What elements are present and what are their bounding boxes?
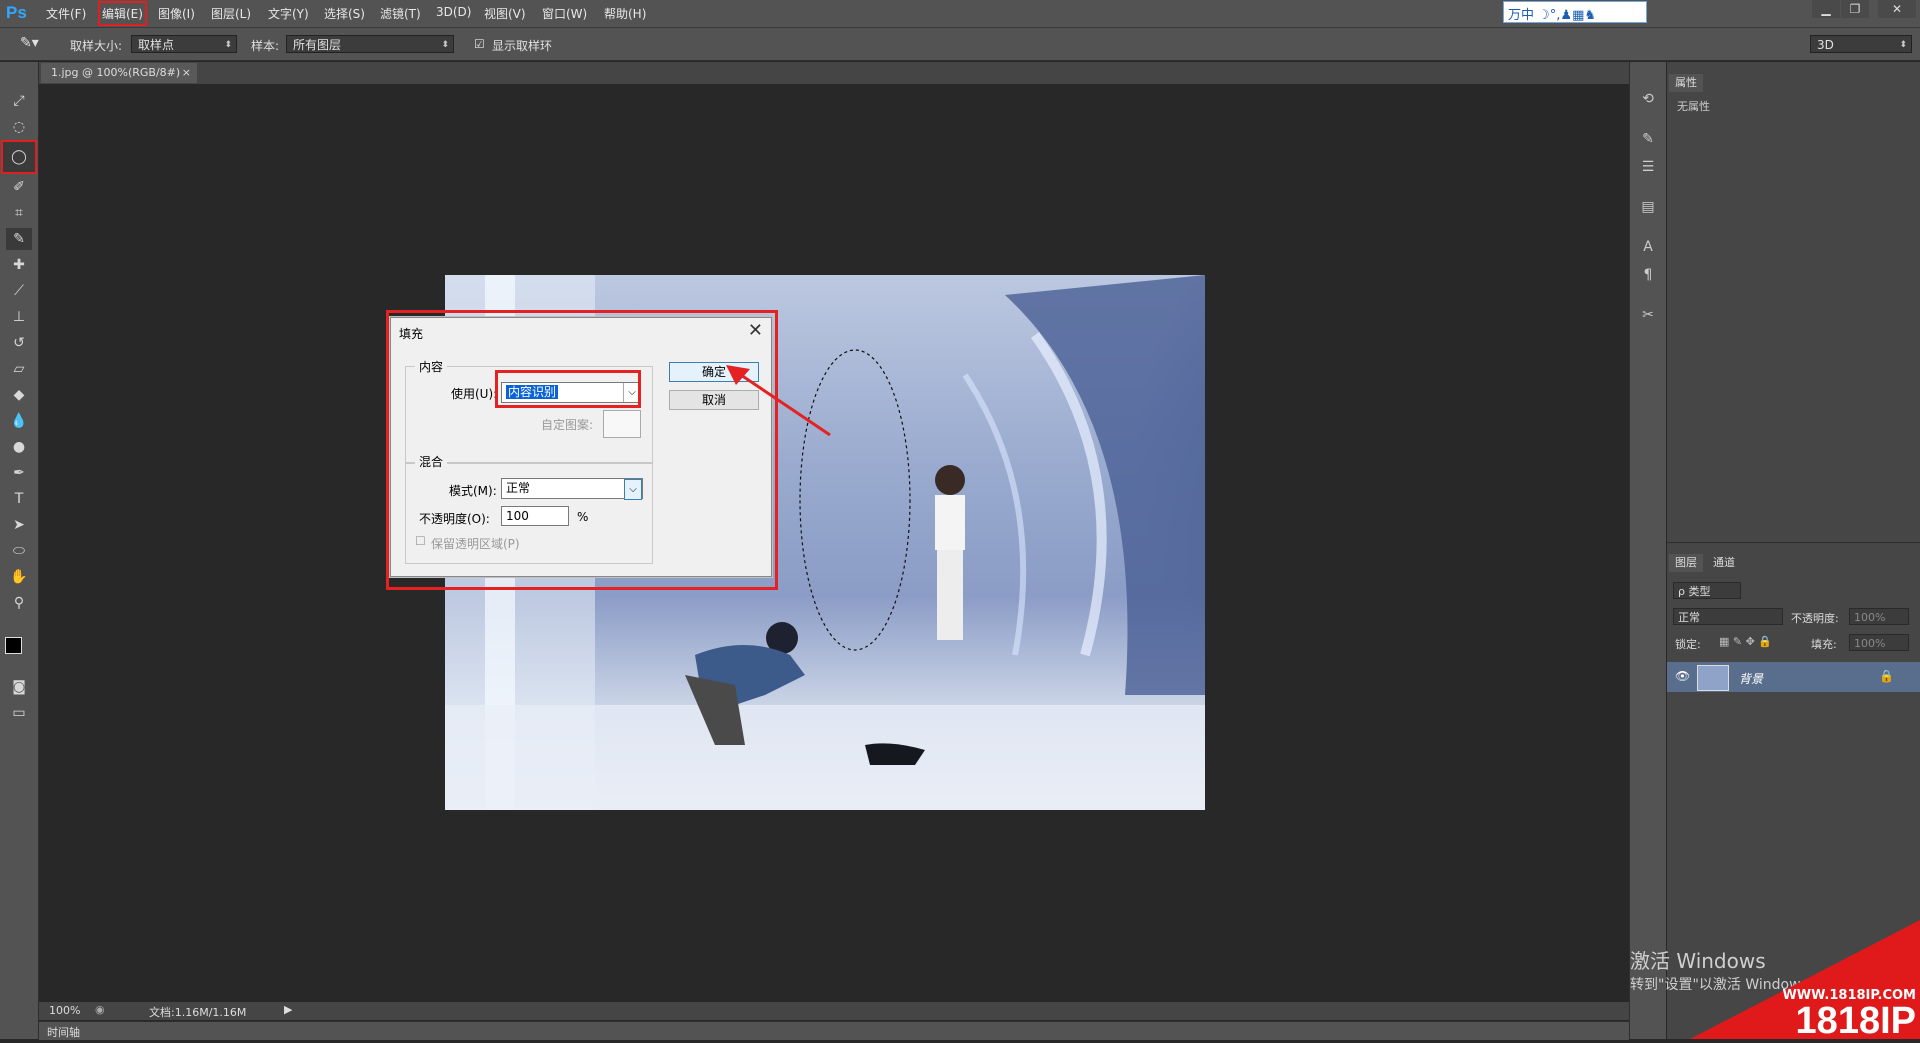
blur-tool-icon[interactable]: 💧: [6, 410, 32, 432]
layer-name[interactable]: 背景: [1739, 670, 1763, 687]
ime-status: 万中 ☽°,♟▦♞: [1508, 8, 1597, 23]
dodge-tool-icon[interactable]: ●: [6, 436, 32, 458]
annotation-dialog-box: [386, 310, 778, 590]
menu-bar: Ps 文件(F) 编辑(E) 图像(I) 图层(L) 文字(Y) 选择(S) 滤…: [0, 0, 1920, 28]
menu-filter[interactable]: 滤镜(T): [380, 5, 421, 22]
brush-preset-icon[interactable]: ✎: [1639, 130, 1657, 148]
right-panels: 属性 无属性 图层 通道 ρ 类型 正常 不透明度: 100% 锁定: ▦ ✎ …: [1667, 62, 1920, 1039]
menu-view[interactable]: 视图(V): [484, 5, 526, 22]
crop-tool-icon[interactable]: ⌗: [6, 202, 32, 224]
menu-window[interactable]: 窗口(W): [542, 5, 587, 22]
screen-mode-icon[interactable]: ▭: [6, 702, 32, 724]
sample-size-label: 取样大小:: [70, 39, 123, 53]
layer-filter-select[interactable]: ρ 类型: [1673, 582, 1741, 599]
history-brush-icon[interactable]: ↺: [6, 332, 32, 354]
tools-panel: ⤢ ◌ ◯ ✐ ⌗ ✎ ✚ ⟋ ⊥ ↺ ▱ ◆ 💧 ● ✒ T ➤ ⬭ ✋ ⚲ …: [0, 62, 39, 1039]
fill-label: 填充:: [1811, 638, 1837, 651]
document-info: 文档:1.16M/1.16M: [149, 1006, 247, 1019]
panel-icon-strip: ⟲ ✎ ☰ ▤ A ¶ ✂: [1629, 62, 1666, 1039]
hand-tool-icon[interactable]: ✋: [6, 566, 32, 588]
photoshop-logo: Ps: [6, 3, 27, 22]
layer-thumbnail: [1697, 665, 1729, 691]
tab-properties[interactable]: 属性: [1669, 74, 1703, 92]
layer-lock-icon: 🔒: [1879, 669, 1894, 683]
adjustments-icon[interactable]: ☰: [1639, 158, 1657, 176]
sample-select[interactable]: 所有图层 ⬍: [286, 35, 454, 53]
minimize-button[interactable]: ▁: [1812, 0, 1840, 18]
menu-edit[interactable]: 编辑(E): [98, 1, 147, 26]
show-ring-label: 显示取样环: [492, 39, 553, 53]
menu-help[interactable]: 帮助(H): [604, 5, 646, 22]
status-bar: 100% ◉ 文档:1.16M/1.16M ▶: [39, 1002, 1629, 1020]
layer-opacity-label: 不透明度:: [1791, 612, 1839, 625]
tool-presets-icon[interactable]: ✂: [1639, 306, 1657, 324]
options-bar: ✎▾ 取样大小: 取样点 ⬍ 样本: 所有图层 ⬍ ☑ 显示取样环 3D ⬍: [0, 28, 1920, 61]
path-select-icon[interactable]: ➤: [6, 514, 32, 536]
lock-label: 锁定:: [1675, 638, 1701, 651]
history-icon[interactable]: ⟲: [1639, 90, 1657, 108]
brush-tool-icon[interactable]: ⟋: [6, 280, 32, 302]
properties-empty-text: 无属性: [1677, 100, 1710, 113]
clone-stamp-icon[interactable]: ⊥: [6, 306, 32, 328]
site-brand: 1818IP: [1795, 1000, 1916, 1042]
zoom-level[interactable]: 100%: [49, 1004, 80, 1017]
timeline-bar[interactable]: 时间轴: [39, 1021, 1629, 1040]
sample-value: 所有图层: [293, 38, 342, 52]
paragraph-icon[interactable]: ¶: [1639, 266, 1657, 284]
document-tab-bar: [39, 62, 1629, 84]
sample-size-value: 取样点: [138, 38, 175, 52]
panel-divider: [1667, 542, 1920, 543]
lock-icons[interactable]: ▦ ✎ ✥ 🔒: [1719, 635, 1772, 648]
pen-tool-icon[interactable]: ✒: [6, 462, 32, 484]
workspace-select[interactable]: 3D ⬍: [1810, 35, 1912, 53]
healing-brush-icon[interactable]: ✚: [6, 254, 32, 276]
workspace-value: 3D: [1817, 38, 1834, 52]
sample-size-select[interactable]: 取样点 ⬍: [131, 35, 237, 53]
menu-select[interactable]: 选择(S): [324, 5, 365, 22]
layer-fill-input[interactable]: 100%: [1849, 634, 1909, 651]
document-tab[interactable]: 1.jpg @ 100%(RGB/8#) ×: [41, 63, 197, 83]
foreground-color-swatch[interactable]: [5, 637, 22, 654]
sample-label: 样本:: [251, 39, 280, 53]
restore-button[interactable]: ❐: [1841, 0, 1869, 18]
menu-layer[interactable]: 图层(L): [211, 5, 251, 22]
annotation-arrow-icon: [726, 365, 831, 437]
lasso-tool-icon[interactable]: ◯: [1, 140, 37, 174]
eraser-tool-icon[interactable]: ▱: [6, 358, 32, 380]
menu-file[interactable]: 文件(F): [46, 5, 86, 22]
paint-bucket-icon[interactable]: ◆: [6, 384, 32, 406]
layer-blend-mode-select[interactable]: 正常: [1673, 608, 1783, 625]
tab-layers[interactable]: 图层: [1669, 554, 1703, 572]
ellipse-tool-icon[interactable]: ⬭: [6, 540, 32, 562]
menu-image[interactable]: 图像(I): [158, 5, 195, 22]
tab-close-icon[interactable]: ×: [182, 63, 191, 83]
status-menu-arrow-icon[interactable]: ▶: [284, 1003, 292, 1016]
zoom-tool-icon[interactable]: ⚲: [6, 592, 32, 614]
eyedropper-tool-icon[interactable]: ✎: [6, 228, 32, 250]
menu-3d[interactable]: 3D(D): [436, 5, 471, 19]
tab-channels[interactable]: 通道: [1707, 554, 1741, 572]
quick-mask-icon[interactable]: ◙: [6, 676, 32, 698]
timeline-label[interactable]: 时间轴: [47, 1024, 80, 1040]
layer-opacity-input[interactable]: 100%: [1849, 608, 1909, 625]
annotation-use-box: [495, 370, 641, 408]
move-tool-icon[interactable]: ⤢: [6, 90, 32, 112]
quick-select-icon[interactable]: ✐: [6, 176, 32, 198]
ime-toolbar[interactable]: 万中 ☽°,♟▦♞: [1503, 1, 1647, 23]
status-share-icon[interactable]: ◉: [95, 1003, 105, 1016]
type-tool-icon[interactable]: T: [6, 488, 32, 510]
layer-row[interactable]: 👁 背景 🔒: [1667, 662, 1920, 692]
menu-type[interactable]: 文字(Y): [268, 5, 309, 22]
document-title: 1.jpg @ 100%(RGB/8#): [51, 66, 181, 79]
close-window-button[interactable]: ✕: [1878, 0, 1916, 18]
character-icon[interactable]: A: [1639, 238, 1657, 256]
layer-comps-icon[interactable]: ▤: [1639, 198, 1657, 216]
marquee-tool-icon[interactable]: ◌: [6, 116, 32, 138]
eyedropper-preset-icon[interactable]: ✎▾: [20, 35, 39, 51]
eye-visibility-icon[interactable]: 👁: [1675, 669, 1690, 683]
show-ring-checkbox[interactable]: ☑: [474, 37, 485, 51]
